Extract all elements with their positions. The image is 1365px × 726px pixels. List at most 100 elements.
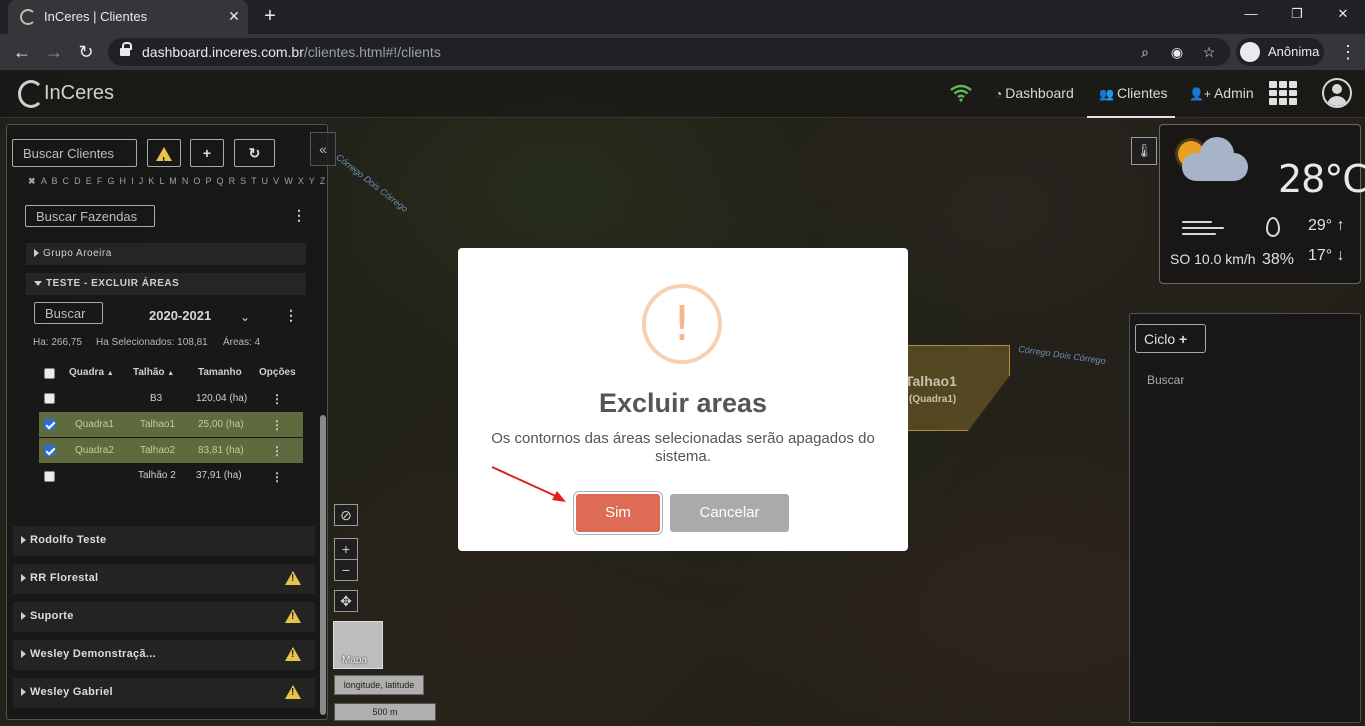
basemap-thumbnail[interactable]: Mapa	[333, 621, 383, 669]
browser-tabstrip: InCeres | Clientes ✕ + — ❐ ✕	[0, 0, 1365, 34]
new-tab-icon[interactable]: +	[258, 5, 282, 29]
col-header-quadra[interactable]: Quadra ▲	[69, 367, 114, 378]
caret-right-icon	[21, 612, 26, 621]
alphabet-filter[interactable]: ✖ A B C D E F G H I J K L M N O P Q R S T…	[28, 176, 327, 187]
client-row-wesley-demonstracao[interactable]: Wesley Demonstraçã...	[13, 640, 315, 670]
farms-options-icon[interactable]: ⋮	[292, 208, 306, 222]
user-plus-icon: 👤+	[1189, 87, 1211, 101]
confirm-button[interactable]: Sim	[576, 494, 660, 532]
warning-icon	[285, 647, 301, 661]
browser-tab[interactable]: InCeres | Clientes ✕	[8, 0, 248, 34]
dialog-message: Os contornos das áreas selecionadas serã…	[491, 430, 875, 465]
thermometer-icon[interactable]: 🌡	[1131, 137, 1157, 165]
forward-icon[interactable]: →	[42, 40, 66, 64]
address-bar[interactable]: dashboard.inceres.com.br/clientes.html#!…	[108, 38, 1230, 66]
group-row-teste-excluir[interactable]: TESTE - EXCLUIR ÁREAS	[26, 273, 306, 295]
zoom-in-button[interactable]: +	[334, 538, 358, 560]
user-avatar-icon[interactable]	[1322, 78, 1352, 108]
warning-icon	[285, 609, 301, 623]
minimize-icon[interactable]: —	[1228, 6, 1274, 21]
warning-filter-button[interactable]	[147, 139, 181, 175]
col-header-talhao[interactable]: Talhão ▲	[133, 367, 174, 378]
logo-text: InCeres	[44, 82, 115, 104]
add-cycle-button[interactable]: Ciclo +	[1135, 324, 1206, 353]
confirm-delete-dialog: ! Excluir areas Os contornos das áreas s…	[458, 248, 908, 551]
reload-icon[interactable]: ↻	[74, 40, 98, 64]
panel-scrollbar[interactable]	[320, 415, 326, 715]
browser-menu-icon[interactable]: ⋮	[1338, 40, 1358, 64]
add-client-button[interactable]: +	[190, 139, 224, 167]
row-checkbox[interactable]	[44, 393, 55, 404]
plus-icon: +	[202, 145, 212, 161]
field-sublabel: (Quadra1)	[909, 394, 957, 405]
row-options-icon[interactable]: ⋮	[271, 419, 283, 431]
users-icon: 👥	[1099, 87, 1114, 101]
row-checkbox[interactable]	[44, 471, 55, 482]
bookmark-star-icon[interactable]: ☆	[1200, 43, 1218, 61]
nav-admin[interactable]: 👤+ Admin	[1189, 85, 1254, 101]
row-options-icon[interactable]: ⋮	[271, 393, 283, 405]
arrow-up-icon: ↑	[1336, 217, 1345, 234]
search-areas-input[interactable]	[34, 302, 103, 324]
exclamation-icon: !	[642, 284, 722, 364]
dialog-title: Excluir areas	[598, 388, 768, 418]
sort-asc-icon: ▲	[106, 370, 114, 377]
client-row-rodolfo-teste[interactable]: Rodolfo Teste	[13, 526, 315, 556]
nav-dashboard[interactable]: ◔ Dashboard	[995, 85, 1074, 101]
profile-label: Anônima	[1268, 44, 1320, 59]
caret-right-icon	[21, 574, 26, 583]
inceres-favicon-icon	[20, 9, 36, 25]
tracking-eye-icon[interactable]: ◉	[1168, 43, 1186, 61]
cloud-icon	[1182, 137, 1248, 181]
client-row-rr-florestal[interactable]: RR Florestal	[13, 564, 315, 594]
select-all-checkbox[interactable]	[44, 368, 55, 379]
stats-areas: Áreas: 4	[223, 337, 261, 348]
stats-ha-selected: Ha Selecionados: 108,81	[96, 337, 208, 348]
zoom-icon[interactable]: ⌕	[1136, 43, 1154, 61]
temp-min: 17° ↓	[1308, 247, 1345, 264]
row-options-icon[interactable]: ⋮	[271, 471, 283, 483]
warning-icon	[285, 571, 301, 585]
tab-title: InCeres | Clientes	[44, 9, 148, 24]
window-close-icon[interactable]: ✕	[1320, 6, 1365, 22]
season-options-icon[interactable]: ⋮	[284, 308, 298, 322]
compass-icon[interactable]: ⊘	[334, 504, 358, 526]
app-viewport: Córrego Dois Córrego Córrego Dois Córreg…	[0, 70, 1365, 726]
search-clients-input[interactable]	[12, 139, 137, 167]
stats-ha: Ha: 266,75	[33, 337, 82, 348]
tab-close-icon[interactable]: ✕	[224, 6, 244, 26]
season-select[interactable]: 2020-2021	[149, 308, 211, 323]
nav-clientes[interactable]: 👥 Clientes	[1099, 85, 1168, 101]
lock-icon	[120, 42, 132, 58]
warning-icon	[285, 685, 301, 699]
wind-value: SO 10.0 km/h	[1170, 251, 1256, 267]
humidity-drop-icon	[1266, 217, 1280, 237]
browser-toolbar: ← → ↻ dashboard.inceres.com.br/clientes.…	[0, 34, 1365, 70]
sort-asc-icon: ▲	[167, 370, 175, 377]
client-row-wesley-gabriel[interactable]: Wesley Gabriel	[13, 678, 315, 708]
row-checkbox[interactable]	[44, 419, 55, 430]
restore-icon[interactable]: ❐	[1274, 6, 1320, 22]
chevron-down-icon[interactable]: ⌄	[240, 310, 250, 324]
coordinates-readout: longitude, latitude	[334, 675, 424, 695]
cancel-button[interactable]: Cancelar	[670, 494, 789, 532]
apps-grid-icon[interactable]	[1269, 81, 1297, 105]
back-icon[interactable]: ←	[10, 40, 34, 64]
group-row-grupo-aroeira[interactable]: Grupo Aroeira	[26, 243, 306, 265]
incognito-icon	[1240, 42, 1260, 62]
cycle-search-label[interactable]: Buscar	[1147, 373, 1184, 387]
row-options-icon[interactable]: ⋮	[271, 445, 283, 457]
client-row-suporte[interactable]: Suporte	[13, 602, 315, 632]
col-header-opcoes: Opções	[259, 367, 296, 378]
search-farms-input[interactable]	[25, 205, 155, 227]
clear-filter-icon[interactable]: ✖	[28, 176, 37, 186]
dashboard-icon: ◔	[995, 87, 1003, 101]
refresh-button[interactable]: ↻	[234, 139, 275, 167]
collapse-panel-icon[interactable]: «	[310, 132, 336, 166]
row-checkbox[interactable]	[44, 445, 55, 456]
profile-chip[interactable]: Anônima	[1236, 38, 1324, 66]
cell-tamanho: 37,91 (ha)	[196, 470, 242, 481]
pan-move-icon[interactable]: ✥	[334, 590, 358, 612]
zoom-out-button[interactable]: −	[334, 559, 358, 581]
cell-talhao: B3	[150, 393, 163, 404]
